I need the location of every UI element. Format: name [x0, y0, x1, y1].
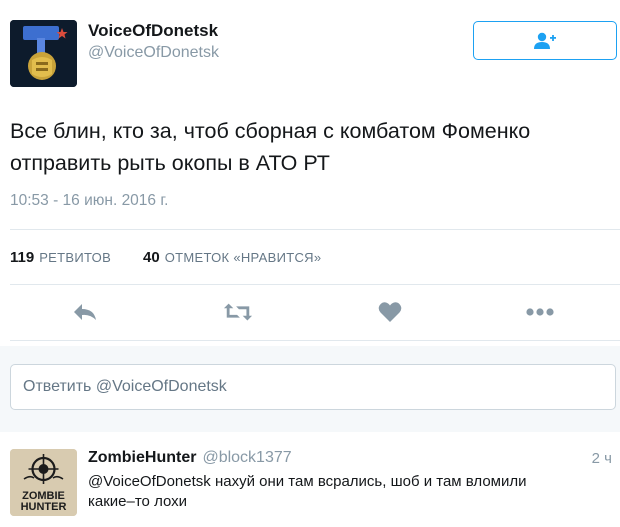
author-handle[interactable]: @VoiceOfDonetsk: [88, 44, 219, 62]
retweets-label: РЕТВИТОВ: [39, 250, 112, 265]
divider: [10, 229, 620, 230]
reply-input[interactable]: Ответить @VoiceOfDonetsk: [10, 364, 616, 410]
tweet-actions: [0, 290, 620, 334]
reply-author-handle: @block1377: [202, 449, 292, 466]
retweets-stat[interactable]: 119 РЕТВИТОВ: [10, 249, 111, 266]
tweet-text-line: Все блин, кто за, чтоб сборная с комбато…: [10, 119, 531, 143]
reply-button[interactable]: [70, 300, 100, 324]
donetsk-emblem-icon: [10, 20, 77, 87]
heart-icon: [378, 302, 402, 322]
reply-tweet[interactable]: ZOMBIE HUNTER ZombieHunter @block1377 2 ч…: [0, 432, 620, 527]
reply-text: @VoiceOfDonetsk нахуй они там всрались, …: [88, 472, 608, 512]
divider: [10, 340, 620, 341]
retweet-button[interactable]: [223, 300, 253, 324]
reply-area: Ответить @VoiceOfDonetsk: [0, 346, 620, 432]
reply-icon: [74, 304, 96, 320]
tweet-timestamp[interactable]: 10:53 - 16 июн. 2016 г.: [10, 192, 168, 210]
reply-author-name: ZombieHunter: [88, 449, 197, 466]
likes-stat[interactable]: 40 ОТМЕТОК «НРАВИТСЯ»: [143, 249, 321, 266]
author-avatar[interactable]: [10, 20, 77, 87]
zombie-hunter-logo-text: HUNTER: [21, 501, 67, 513]
author-name[interactable]: VoiceOfDonetsk: [88, 21, 218, 41]
reply-time[interactable]: 2 ч: [592, 450, 612, 467]
like-button[interactable]: [375, 300, 405, 324]
tweet-text: Все блин, кто за, чтоб сборная с комбато…: [10, 115, 610, 179]
retweets-count: 119: [10, 249, 35, 266]
tweet-text-line: отправить рыть окопы в АТО РТ: [10, 151, 330, 175]
add-user-icon: [534, 32, 556, 49]
likes-count: 40: [143, 249, 160, 266]
retweet-icon: [223, 303, 253, 321]
reply-author[interactable]: ZombieHunter @block1377: [88, 449, 292, 467]
more-icon: [526, 308, 554, 316]
divider: [10, 284, 620, 285]
tweet-header: VoiceOfDonetsk @VoiceOfDonetsk: [10, 20, 617, 90]
reply-text-line: @VoiceOfDonetsk нахуй они там всрались, …: [88, 473, 527, 490]
more-button[interactable]: [525, 300, 555, 324]
reply-text-line: какие–то лохи: [88, 493, 188, 510]
tweet-stats: 119 РЕТВИТОВ 40 ОТМЕТОК «НРАВИТСЯ»: [10, 249, 321, 266]
zombie-hunter-logo-icon: ZOMBIE HUNTER: [10, 449, 77, 516]
likes-label: ОТМЕТОК «НРАВИТСЯ»: [164, 250, 322, 265]
reply-avatar[interactable]: ZOMBIE HUNTER: [10, 449, 77, 516]
follow-button[interactable]: [473, 21, 617, 60]
